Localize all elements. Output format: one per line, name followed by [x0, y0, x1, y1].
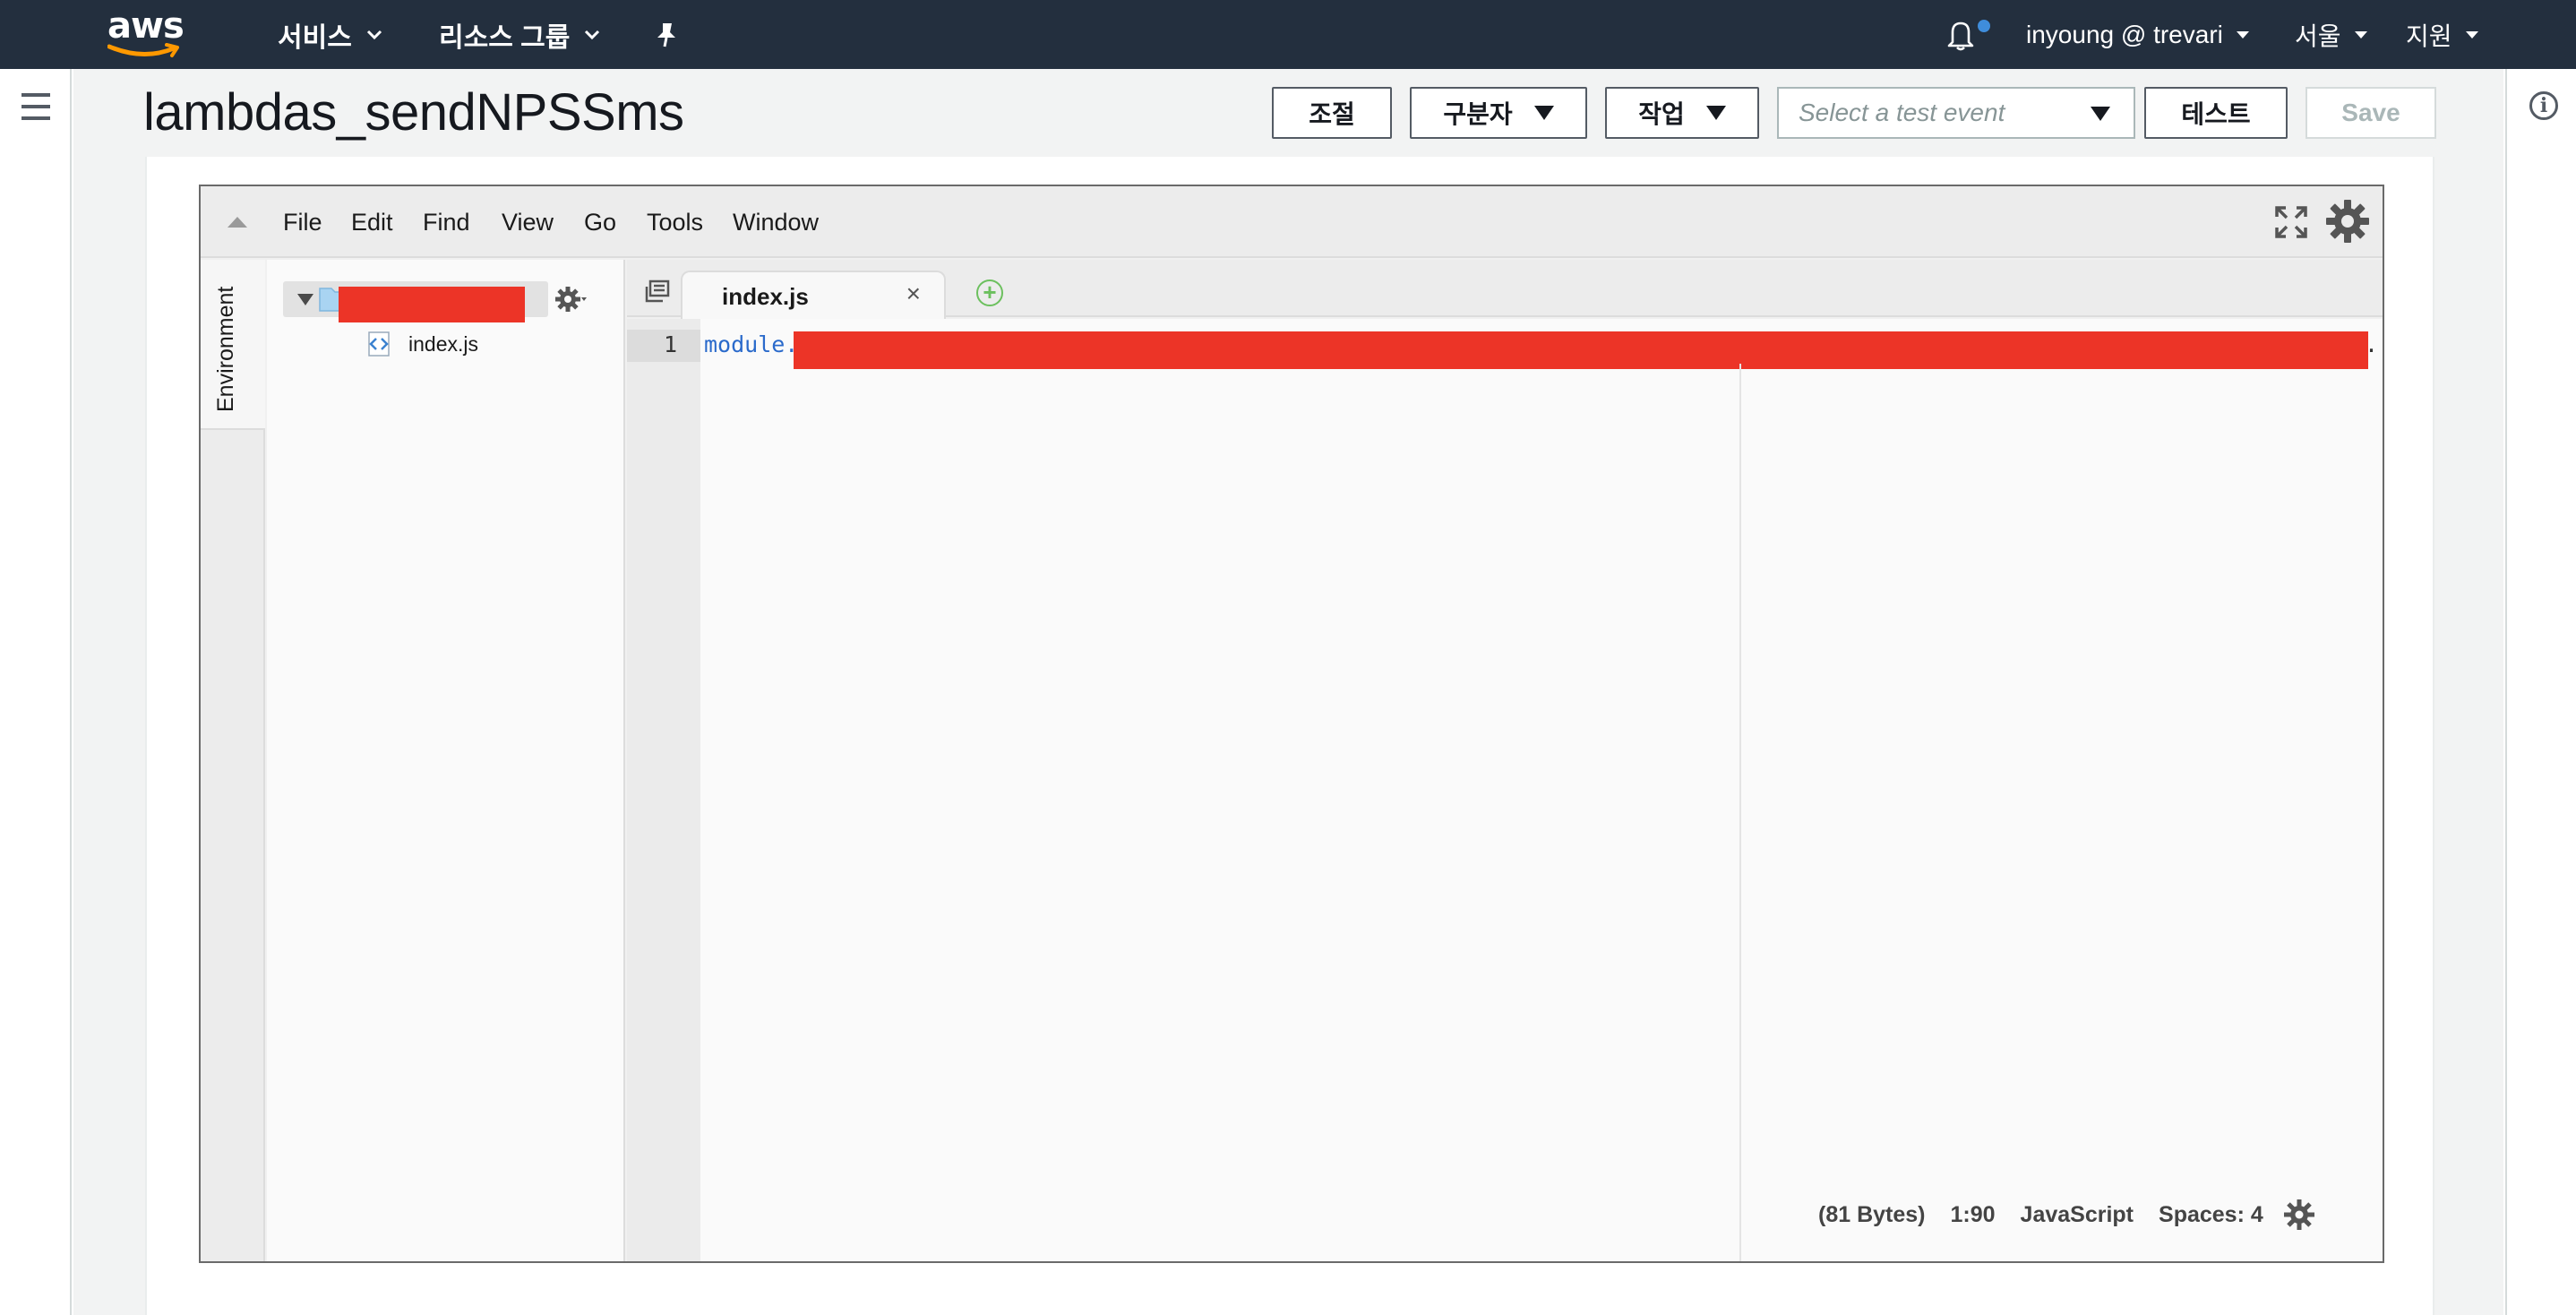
- region-menu[interactable]: 서울: [2295, 0, 2368, 69]
- redacted-code: [794, 331, 2368, 369]
- print-margin-line: [1739, 364, 1741, 1261]
- left-side-rail: [0, 69, 72, 1315]
- language-mode-status[interactable]: JavaScript: [2021, 1202, 2134, 1228]
- collapse-menu-icon[interactable]: [228, 217, 247, 228]
- account-menu[interactable]: inyoung @ trevari: [2026, 0, 2250, 69]
- test-event-select[interactable]: Select a test event: [1777, 87, 2135, 139]
- caret-down-icon: [1705, 106, 1726, 120]
- qualifiers-label: 구분자: [1443, 100, 1513, 128]
- environment-tab[interactable]: Environment: [201, 260, 265, 430]
- account-label: inyoung @ trevari: [2026, 20, 2223, 48]
- menu-file[interactable]: File: [283, 186, 322, 258]
- services-label: 서비스: [278, 22, 352, 53]
- pin-button[interactable]: [654, 0, 679, 69]
- notification-dot: [1978, 20, 1990, 32]
- ide-menu-bar: File Edit Find View Go Tools Window: [201, 186, 2383, 258]
- javascript-file-icon: [368, 331, 390, 357]
- resource-groups-label: 리소스 그룹: [439, 22, 571, 53]
- editor-tab-bar: index.js × +: [627, 260, 2383, 319]
- tab-label: index.js: [722, 283, 809, 310]
- test-event-placeholder: Select a test event: [1799, 99, 2005, 126]
- caret-down-icon: [2236, 30, 2249, 39]
- environment-sidebar: Environment: [201, 260, 265, 1261]
- tree-settings-gear-icon[interactable]: [555, 285, 588, 314]
- editor-status-bar: (81 Bytes) 1:90 JavaScript Spaces: 4: [1818, 1195, 2315, 1234]
- throttle-label: 조절: [1309, 100, 1355, 128]
- expand-arrow-icon[interactable]: [297, 294, 313, 305]
- save-label: Save: [2341, 99, 2400, 126]
- save-button[interactable]: Save: [2306, 87, 2436, 139]
- menu-go[interactable]: Go: [584, 186, 616, 258]
- add-tab-icon[interactable]: +: [976, 279, 1003, 306]
- aws-logo[interactable]: aws: [104, 5, 185, 61]
- caret-down-icon: [2465, 30, 2478, 39]
- hamburger-menu-icon[interactable]: [21, 93, 50, 120]
- test-button[interactable]: 테스트: [2144, 87, 2288, 139]
- settings-gear-icon[interactable]: [2325, 199, 2370, 244]
- caret-down-icon: [2091, 107, 2110, 121]
- throttle-button[interactable]: 조절: [1272, 87, 1392, 139]
- code-text-area[interactable]: module. .: [700, 319, 2383, 1261]
- tree-file-item[interactable]: index.js: [365, 328, 478, 360]
- actions-dropdown[interactable]: 작업: [1605, 87, 1759, 139]
- line-number-gutter: [627, 319, 700, 1261]
- cursor-position-status[interactable]: 1:90: [1951, 1202, 1996, 1228]
- close-tab-icon[interactable]: ×: [906, 279, 921, 308]
- fullscreen-icon[interactable]: [2273, 204, 2309, 240]
- editor-settings-gear-icon[interactable]: [2283, 1199, 2315, 1231]
- caret-down-icon: [1533, 106, 1554, 120]
- redacted-folder-name: [339, 287, 525, 322]
- test-label: 테스트: [2181, 100, 2251, 128]
- aws-smile-icon: [107, 43, 179, 57]
- support-menu[interactable]: 지원: [2406, 0, 2479, 69]
- top-navigation-bar: aws 서비스 리소스 그룹 inyoung @ trevari 서울 지원: [0, 0, 2576, 69]
- code-line-keyword: module.: [704, 331, 799, 357]
- pin-icon: [657, 22, 675, 47]
- indentation-status[interactable]: Spaces: 4: [2159, 1202, 2263, 1228]
- caret-down-icon: [2354, 30, 2367, 39]
- chevron-down-icon: [585, 30, 600, 39]
- tab-list-icon[interactable]: [645, 279, 672, 303]
- environment-label: Environment: [213, 286, 238, 412]
- menu-window[interactable]: Window: [733, 186, 819, 258]
- right-side-rail: [2505, 69, 2576, 1315]
- line-number: 1: [663, 331, 677, 357]
- file-size-status: (81 Bytes): [1818, 1201, 1926, 1227]
- page-title: lambdas_sendNPSSms: [143, 83, 684, 142]
- file-tree-panel: index.js: [267, 260, 625, 1261]
- resource-groups-menu[interactable]: 리소스 그룹: [439, 0, 600, 69]
- menu-find[interactable]: Find: [423, 186, 470, 258]
- editor-tab-index-js[interactable]: index.js ×: [681, 271, 946, 319]
- menu-view[interactable]: View: [502, 186, 554, 258]
- region-label: 서울: [2295, 21, 2341, 50]
- actions-label: 작업: [1638, 100, 1685, 128]
- notifications-button[interactable]: [1945, 0, 1976, 69]
- menu-edit[interactable]: Edit: [351, 186, 393, 258]
- code-line-end: .: [2365, 331, 2379, 357]
- aws-logo-text: aws: [107, 5, 185, 47]
- code-editor-ide: File Edit Find View Go Tools Window Envi…: [199, 185, 2384, 1263]
- qualifiers-dropdown[interactable]: 구분자: [1410, 87, 1587, 139]
- services-menu[interactable]: 서비스: [278, 0, 382, 69]
- chevron-down-icon: [366, 30, 382, 39]
- file-name-label: index.js: [408, 331, 478, 356]
- bell-icon: [1947, 21, 1974, 50]
- info-icon[interactable]: i: [2529, 91, 2558, 120]
- menu-tools[interactable]: Tools: [647, 186, 703, 258]
- editor-area: index.js × + 1 module. . (81 Bytes) 1:90…: [627, 260, 2383, 1261]
- support-label: 지원: [2406, 21, 2452, 50]
